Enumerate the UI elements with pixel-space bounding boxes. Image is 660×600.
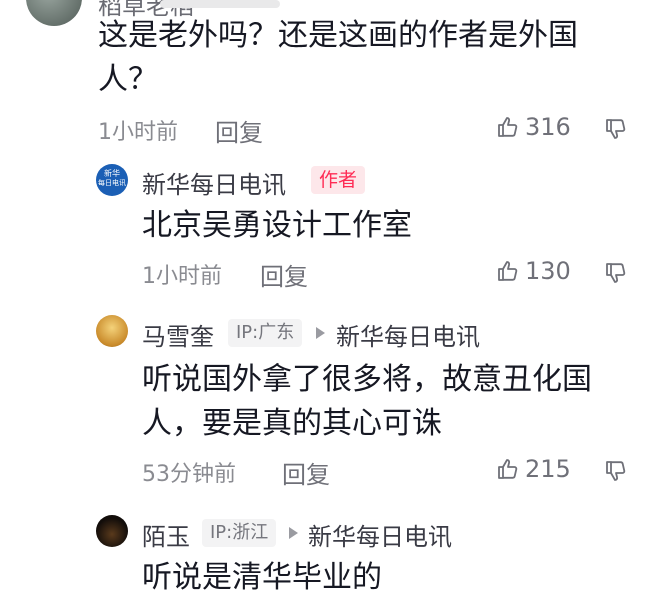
avatar-label: 新华 — [104, 169, 120, 178]
ip-location-tag: IP:浙江 — [202, 519, 277, 547]
reply-button[interactable]: 回复 — [260, 257, 308, 292]
comment-text: 这是老外吗？还是这画的作者是外国人？ — [98, 18, 578, 97]
ip-location-tag: IP:广东 — [228, 319, 303, 347]
like-count: 130 — [525, 257, 571, 285]
comment-time: 1小时前 — [142, 264, 222, 289]
like-count: 215 — [525, 455, 571, 483]
author-badge: 作者 — [311, 166, 366, 194]
like-count: 316 — [525, 113, 571, 141]
reply-to-username[interactable]: 新华每日电讯 — [308, 517, 452, 552]
comment-text: 北京吴勇设计工作室 — [142, 208, 412, 243]
thumbs-up-icon[interactable] — [496, 259, 520, 283]
thumbs-down-icon[interactable] — [604, 459, 628, 483]
thumbs-up-icon[interactable] — [496, 115, 520, 139]
comment-username[interactable]: 陌玉 — [142, 517, 190, 552]
thumbs-down-icon[interactable] — [604, 117, 628, 141]
avatar-label: 每日电讯 — [98, 179, 126, 187]
thumbs-down-icon[interactable] — [604, 261, 628, 285]
reply-to-username[interactable]: 新华每日电讯 — [336, 317, 480, 352]
comment-text: 听说是清华毕业的 — [142, 560, 382, 595]
avatar[interactable] — [96, 515, 128, 547]
comment-time: 53分钟前 — [142, 462, 236, 487]
avatar[interactable] — [96, 315, 128, 347]
play-arrow-icon — [289, 527, 298, 539]
avatar[interactable]: 新华 每日电讯 — [96, 164, 128, 196]
comment-username[interactable]: 马雪奎 — [142, 317, 214, 352]
thumbs-up-icon[interactable] — [496, 457, 520, 481]
top-badge — [160, 0, 280, 8]
comment-username[interactable]: 新华每日电讯 — [142, 165, 286, 200]
comment-text: 听说国外拿了很多将，故意丑化国人，要是真的其心可诛 — [142, 362, 592, 441]
reply-button[interactable]: 回复 — [215, 113, 263, 148]
comment-time: 1小时前 — [98, 120, 178, 145]
play-arrow-icon — [316, 327, 325, 339]
avatar[interactable] — [26, 0, 82, 26]
reply-button[interactable]: 回复 — [282, 455, 330, 490]
